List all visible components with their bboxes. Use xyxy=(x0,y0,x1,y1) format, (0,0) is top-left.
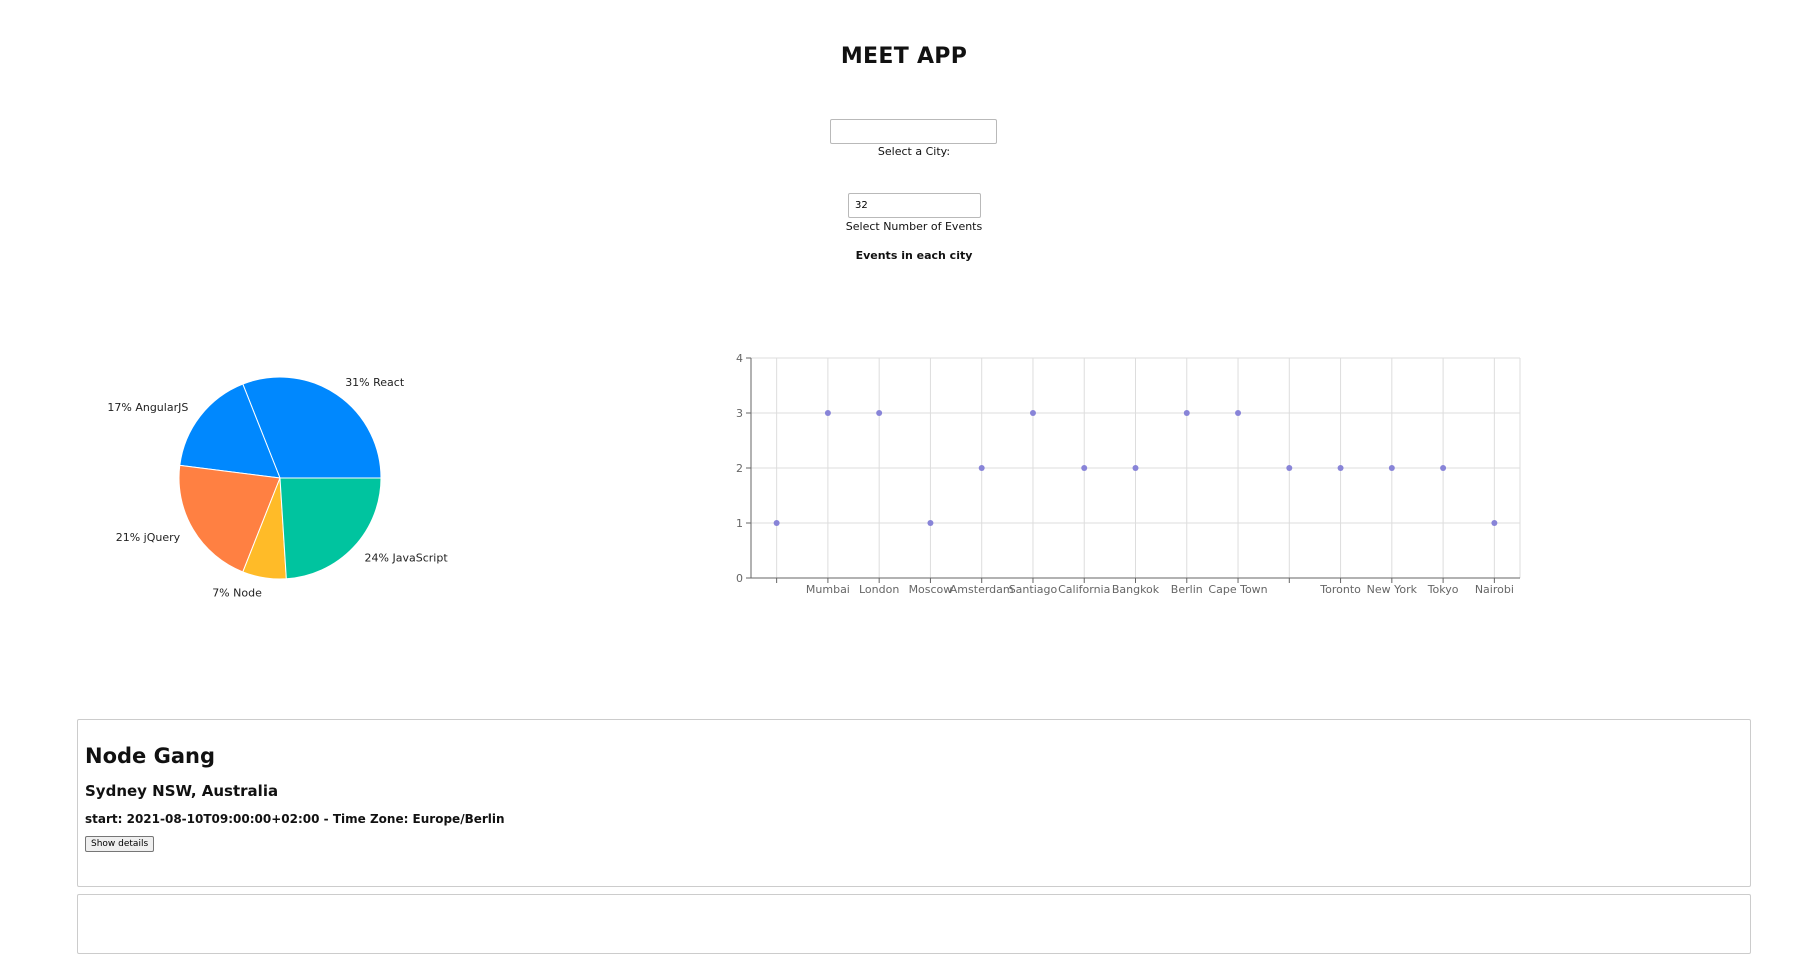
y-tick-label-0: 0 xyxy=(736,572,743,585)
pie-label-1: 17% AngularJS xyxy=(107,401,188,414)
x-tick-label-8: Berlin xyxy=(1171,583,1203,596)
number-of-events-label: Select Number of Events xyxy=(845,220,983,233)
event-location: Sydney NSW, Australia xyxy=(85,782,279,800)
scatter-point-1 xyxy=(824,410,831,416)
x-tick-label-5: Santiago xyxy=(1009,583,1058,596)
y-tick-label-4: 4 xyxy=(736,352,743,365)
scatter-point-2 xyxy=(876,410,883,416)
scatter-point-9 xyxy=(1235,410,1242,416)
chart-heading: Events in each city xyxy=(855,249,973,262)
pie-chart-svg: 31% React 17% AngularJS 21% jQuery 7% Node 2… xyxy=(107,376,449,600)
pie-label-0: 31% React xyxy=(345,376,405,389)
x-tick-label-7: Bangkok xyxy=(1112,583,1160,596)
scatter-point-8 xyxy=(1183,410,1190,416)
x-tick-label-9: Cape Town xyxy=(1208,583,1267,596)
scatter-point-3 xyxy=(927,520,934,526)
y-tick-label-1: 1 xyxy=(736,517,743,530)
number-of-events-input[interactable] xyxy=(848,193,981,218)
x-tick-label-6: California xyxy=(1058,583,1110,596)
event-summary: Node Gang xyxy=(85,744,215,768)
scatter-point-12 xyxy=(1388,465,1395,471)
app-title: MEET APP xyxy=(840,44,968,69)
x-tick-label-1: Mumbai xyxy=(806,583,850,596)
x-tick-label-2: London xyxy=(859,583,899,596)
scatter-point-13 xyxy=(1440,465,1447,471)
scatter-chart-svg: 0 1 2 3 4 Mumbai London MoscowAmsterdamSantiago… xyxy=(736,352,1521,596)
x-tick-label-11: Toronto xyxy=(1319,583,1361,596)
scatter-point-14 xyxy=(1491,520,1498,526)
genre-pie-chart: 31% React 17% AngularJS 21% jQuery 7% Node 2… xyxy=(90,330,490,620)
scatter-point-10 xyxy=(1286,465,1293,471)
scatter-point-4 xyxy=(978,465,985,471)
city-search-label: Select a City: xyxy=(877,145,951,158)
scatter-point-5 xyxy=(1029,410,1036,416)
pie-label-4: 24% JavaScript xyxy=(365,551,449,564)
event-start: start: 2021-08-10T09:00:00+02:00 - Time … xyxy=(85,812,505,826)
x-tick-label-4: Amsterdam xyxy=(950,583,1014,596)
y-tick-label-2: 2 xyxy=(736,462,743,475)
pie-label-2: 21% jQuery xyxy=(116,531,181,544)
pie-label-3: 7% Node xyxy=(212,587,262,600)
x-tick-label-3: Moscow xyxy=(909,583,953,596)
y-tick-label-3: 3 xyxy=(736,407,743,420)
scatter-point-6 xyxy=(1081,465,1088,471)
x-tick-label-12: New York xyxy=(1367,583,1418,596)
scatter-point-7 xyxy=(1132,465,1139,471)
event-card xyxy=(77,894,1751,954)
scatter-point-11 xyxy=(1337,465,1344,471)
city-search-input[interactable] xyxy=(830,119,997,144)
show-details-button[interactable]: Show details xyxy=(85,836,155,852)
scatter-point-0 xyxy=(773,520,780,526)
event-card: Node Gang Sydney NSW, Australia start: 2… xyxy=(77,719,1751,887)
x-tick-label-14: Nairobi xyxy=(1475,583,1514,596)
x-tick-label-13: Tokyo xyxy=(1427,583,1459,596)
city-scatter-chart: 0 1 2 3 4 Mumbai London Moscow Amsterdam Santiago… xyxy=(720,340,1540,600)
